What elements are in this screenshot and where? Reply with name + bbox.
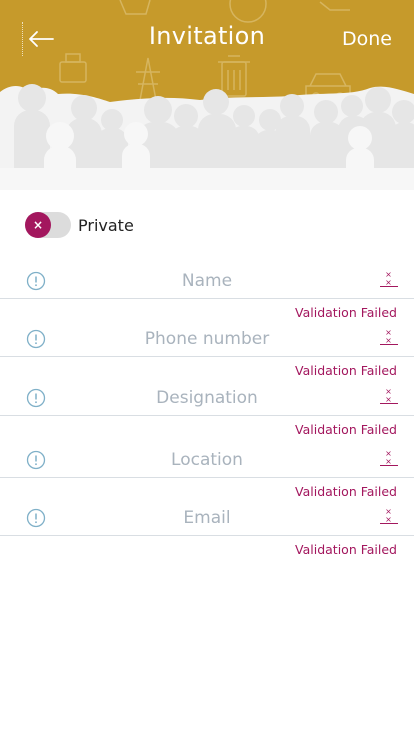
designation-input[interactable] bbox=[60, 382, 354, 414]
info-icon bbox=[26, 271, 46, 291]
location-field-row: × × Validation Failed bbox=[0, 442, 414, 499]
name-error: Validation Failed bbox=[295, 305, 397, 320]
info-icon bbox=[26, 329, 46, 349]
designation-field-row: × × Validation Failed bbox=[0, 380, 414, 437]
location-input[interactable] bbox=[60, 444, 354, 476]
info-icon bbox=[26, 508, 46, 528]
name-input[interactable] bbox=[60, 265, 354, 297]
divider bbox=[0, 356, 414, 357]
done-button[interactable]: Done bbox=[342, 28, 392, 50]
arrow-left-icon bbox=[28, 31, 54, 47]
private-toggle[interactable]: × bbox=[25, 212, 71, 238]
header-banner: Invitation Done bbox=[0, 0, 414, 190]
divider bbox=[0, 415, 414, 416]
private-toggle-label: Private bbox=[78, 215, 134, 235]
location-error: Validation Failed bbox=[295, 484, 397, 499]
clear-phone-button[interactable]: × × bbox=[380, 329, 398, 345]
clear-name-button[interactable]: × × bbox=[380, 271, 398, 287]
private-toggle-row: × Private bbox=[25, 212, 134, 238]
phone-error: Validation Failed bbox=[295, 363, 397, 378]
info-icon bbox=[26, 388, 46, 408]
divider bbox=[0, 298, 414, 299]
phone-input[interactable] bbox=[60, 323, 354, 355]
name-field-row: × × Validation Failed bbox=[0, 263, 414, 320]
close-icon: × bbox=[32, 218, 44, 232]
info-icon bbox=[26, 450, 46, 470]
back-button[interactable] bbox=[22, 22, 58, 56]
email-field-row: × × Validation Failed bbox=[0, 500, 414, 557]
phone-field-row: × × Validation Failed bbox=[0, 321, 414, 378]
divider bbox=[0, 535, 414, 536]
clear-email-button[interactable]: × × bbox=[380, 508, 398, 524]
divider bbox=[0, 477, 414, 478]
clear-location-button[interactable]: × × bbox=[380, 450, 398, 466]
email-error: Validation Failed bbox=[295, 542, 397, 557]
designation-error: Validation Failed bbox=[295, 422, 397, 437]
email-input[interactable] bbox=[60, 502, 354, 534]
clear-designation-button[interactable]: × × bbox=[380, 388, 398, 404]
toggle-knob: × bbox=[25, 212, 51, 238]
